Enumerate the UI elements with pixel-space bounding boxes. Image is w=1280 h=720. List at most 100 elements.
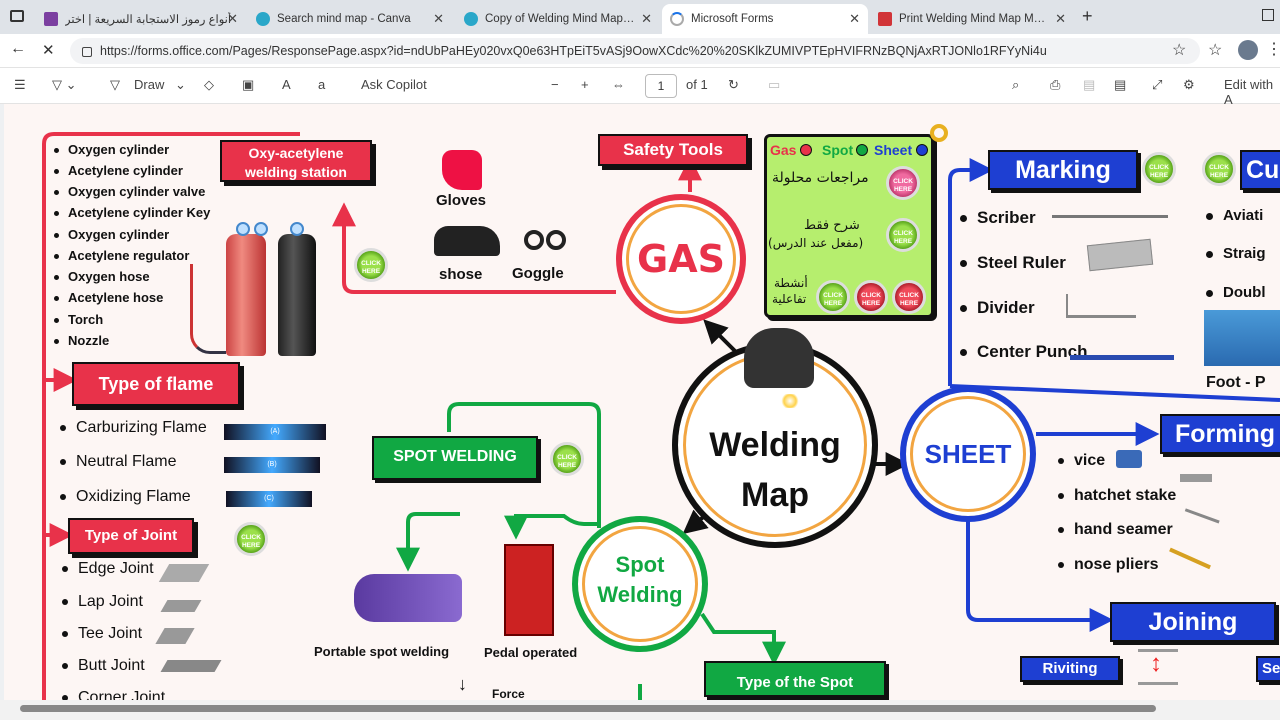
close-icon[interactable]: ✕ [641, 11, 652, 27]
zoom-in-icon[interactable]: + [581, 77, 589, 92]
marking-item: Divider [960, 298, 1035, 318]
back-icon[interactable]: ← [10, 40, 26, 58]
settings-gear-icon[interactable]: ⚙ [1183, 77, 1195, 93]
spot-label-line2: Welding [597, 582, 683, 607]
legend-interactive: تفاعلية [772, 292, 807, 306]
read-aloud-icon[interactable]: A [282, 77, 291, 92]
rotate-icon[interactable]: ↻ [728, 77, 739, 93]
seaming-title: Se [1256, 656, 1280, 682]
canva-favicon-icon [464, 12, 478, 26]
flame-image: (A) [224, 424, 326, 440]
stop-loading-icon[interactable]: ✕ [42, 41, 55, 59]
click-label: CLICK [893, 230, 913, 237]
forming-item: nose pliers [1058, 556, 1158, 574]
click-label: CLICK [241, 534, 261, 541]
more-menu-icon[interactable]: ⋮ [1266, 39, 1280, 59]
favorite-star-icon[interactable]: ☆ [1172, 40, 1186, 60]
close-icon[interactable]: ✕ [433, 11, 444, 27]
click-here-button[interactable]: CLICK HERE [892, 280, 926, 314]
marking-item: Scriber [960, 208, 1036, 228]
type-of-flame-title: Type of flame [72, 362, 240, 406]
loading-icon [670, 12, 684, 26]
text-box-icon[interactable]: ▣ [242, 77, 254, 93]
click-here-button[interactable]: CLICK HERE [1202, 152, 1236, 186]
oxy-item: Acetylene cylinder [54, 163, 183, 178]
contents-icon[interactable]: ☰ [14, 77, 26, 93]
divider-image [1066, 294, 1136, 318]
flame-image: (B) [224, 457, 320, 473]
tab-print-welding[interactable]: Print Welding Mind Map MOHAM ✕ [870, 4, 1074, 34]
tab-canva-copy[interactable]: Copy of Welding Mind Map | MO ✕ [456, 4, 660, 34]
joint-item: Tee Joint [62, 625, 142, 643]
center-title-line2: Map [741, 476, 809, 514]
lap-joint-image [160, 600, 202, 612]
click-label: HERE [861, 300, 881, 307]
scrollbar-thumb[interactable] [20, 705, 1156, 712]
tab-microsoft-forms[interactable]: Microsoft Forms ✕ [662, 4, 868, 34]
click-here-button[interactable]: CLICK HERE [354, 248, 388, 282]
force-arrow-icon: ↓ [458, 674, 467, 694]
type-of-spot-title: Type of the Spot [704, 661, 886, 697]
gauge-icon [290, 222, 304, 236]
close-icon[interactable]: ✕ [1055, 11, 1066, 27]
click-label: HERE [557, 462, 577, 469]
profile-avatar[interactable] [1238, 40, 1258, 60]
highlight-icon[interactable]: ▽ ⌄ [52, 77, 77, 93]
click-here-button[interactable]: CLICK HERE [550, 442, 584, 476]
key-icon [930, 124, 948, 142]
tab-qr-codes[interactable]: أنواع رموز الاستجابة السريعة | اختر ✕ [36, 4, 246, 34]
sheet-label: SHEET [924, 439, 1012, 469]
pedal-welder-image [504, 544, 554, 636]
chevron-down-icon[interactable]: ⌄ [175, 77, 186, 93]
spot-dot-icon [856, 144, 868, 156]
click-label: HERE [823, 300, 843, 307]
fullscreen-icon[interactable]: ⤢ [1152, 77, 1162, 93]
gas-label: GAS [637, 237, 725, 281]
draw-icon[interactable]: ▽ [110, 77, 120, 93]
edit-with-button[interactable]: Edit with A [1224, 77, 1280, 107]
eraser-icon[interactable]: ◇ [204, 77, 214, 93]
click-here-button[interactable]: CLICK HERE [1142, 152, 1176, 186]
tab-title: أنواع رموز الاستجابة السريعة | اختر [65, 14, 232, 26]
fit-page-icon[interactable]: ⇔ [612, 77, 625, 92]
tab-canva-search[interactable]: Search mind map - Canva ✕ [248, 4, 452, 34]
ask-copilot-button[interactable]: Ask Copilot [361, 77, 427, 92]
minimize-icon[interactable] [1262, 9, 1274, 21]
legend-sheet: Sheet [874, 142, 913, 158]
tab-actions-icon[interactable] [10, 10, 24, 22]
save-icon[interactable]: ▤ [1083, 77, 1095, 93]
safety-tools-title: Safety Tools [598, 134, 748, 166]
sheet-node: SHEET [900, 386, 1036, 522]
oxy-item: Oxygen hose [54, 269, 150, 284]
click-here-button[interactable]: CLICK HERE [886, 166, 920, 200]
cutting-item: Straig [1206, 245, 1266, 262]
close-icon[interactable]: ✕ [227, 11, 238, 27]
hatchet-stake-image [1180, 474, 1212, 482]
page-number-input[interactable]: 1 [645, 74, 677, 98]
click-here-button[interactable]: CLICK HERE [886, 218, 920, 252]
click-label: CLICK [861, 292, 881, 299]
oxy-item: Oxygen cylinder [54, 142, 169, 157]
translate-icon[interactable]: a [318, 77, 325, 92]
favorites-icon[interactable]: ☆ [1208, 40, 1222, 60]
save-as-icon[interactable]: ▤ [1114, 77, 1126, 93]
print-icon[interactable]: ⎙ [1050, 77, 1060, 93]
new-tab-icon[interactable]: + [1082, 6, 1093, 27]
url-field[interactable]: https://forms.office.com/Pages/ResponseP… [70, 38, 1200, 64]
gas-node: GAS [616, 194, 746, 324]
zoom-out-icon[interactable]: − [551, 77, 559, 92]
page-view-icon[interactable]: ▭ [768, 77, 780, 93]
site-info-icon[interactable] [82, 47, 92, 57]
click-here-button[interactable]: CLICK HERE [816, 280, 850, 314]
oxy-item: Acetylene regulator [54, 248, 189, 263]
draw-button[interactable]: Draw [134, 77, 164, 92]
search-icon[interactable]: ⌕ [1012, 77, 1019, 93]
click-here-button[interactable]: CLICK HERE [234, 522, 268, 556]
flame-image: (C) [226, 491, 312, 507]
horizontal-scrollbar[interactable] [0, 700, 1280, 720]
click-here-button[interactable]: CLICK HERE [854, 280, 888, 314]
click-label: CLICK [361, 260, 381, 267]
rivet-arrow-icon: ↕ [1150, 650, 1162, 677]
oxy-item: Nozzle [54, 333, 109, 348]
close-icon[interactable]: ✕ [849, 11, 860, 27]
